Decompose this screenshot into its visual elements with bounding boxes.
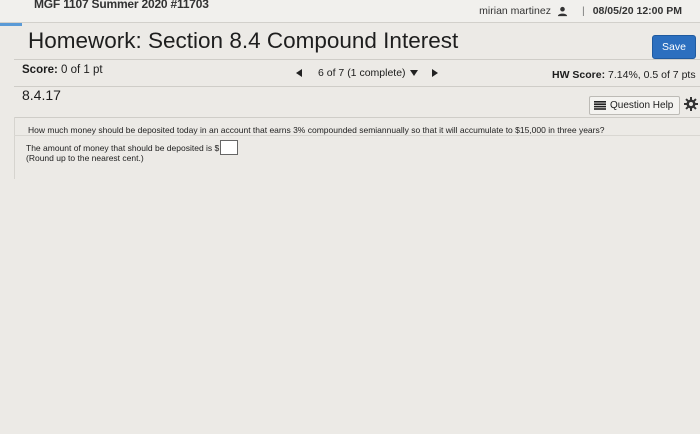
score-label: Score: (22, 64, 58, 76)
page-title: Homework: Section 8.4 Compound Interest (28, 28, 459, 53)
divider (14, 59, 700, 60)
gear-icon[interactable] (684, 97, 698, 111)
answer-prompt: The amount of money that should be depos… (26, 142, 220, 153)
divider (14, 117, 700, 118)
due-date: 08/05/20 12:00 PM (592, 5, 682, 17)
question-navigation: 6 of 7 (1 complete) (296, 67, 438, 79)
top-bar: MGF 1107 Summer 2020 #11703 mirian marti… (0, 0, 700, 23)
question-position-dropdown[interactable]: 6 of 7 (1 complete) (318, 67, 406, 79)
user-name[interactable]: mirian martinez (479, 5, 551, 17)
person-icon[interactable] (557, 6, 568, 17)
list-icon (594, 101, 606, 110)
arrow-right-icon[interactable] (431, 69, 438, 77)
divider (14, 117, 15, 179)
save-button[interactable]: Save (652, 35, 696, 59)
divider (14, 135, 700, 136)
question-number: 8.4.17 (22, 87, 61, 103)
score: Score: 0 of 1 pt (22, 64, 103, 76)
hw-score: HW Score: 7.14%, 0.5 of 7 pts (552, 69, 696, 81)
course-title: MGF 1107 Summer 2020 #11703 (34, 0, 209, 11)
separator: | (581, 5, 585, 17)
question-text: How much money should be deposited today… (28, 125, 605, 135)
question-help-label: Question Help (610, 100, 674, 111)
rounding-note: (Round up to the nearest cent.) (26, 153, 144, 163)
arrow-left-icon[interactable] (296, 69, 302, 77)
hw-score-value: 7.14%, 0.5 of 7 pts (608, 69, 696, 81)
accent-line (0, 23, 22, 26)
score-value: 0 of 1 pt (61, 64, 103, 76)
answer-input[interactable] (220, 140, 239, 155)
caret-down-icon[interactable] (409, 70, 418, 76)
hw-score-label: HW Score: (552, 69, 606, 81)
question-help-button[interactable]: Question Help (589, 96, 681, 115)
divider (14, 86, 700, 87)
user-area: mirian martinez | 08/05/20 12:00 PM (479, 5, 682, 17)
